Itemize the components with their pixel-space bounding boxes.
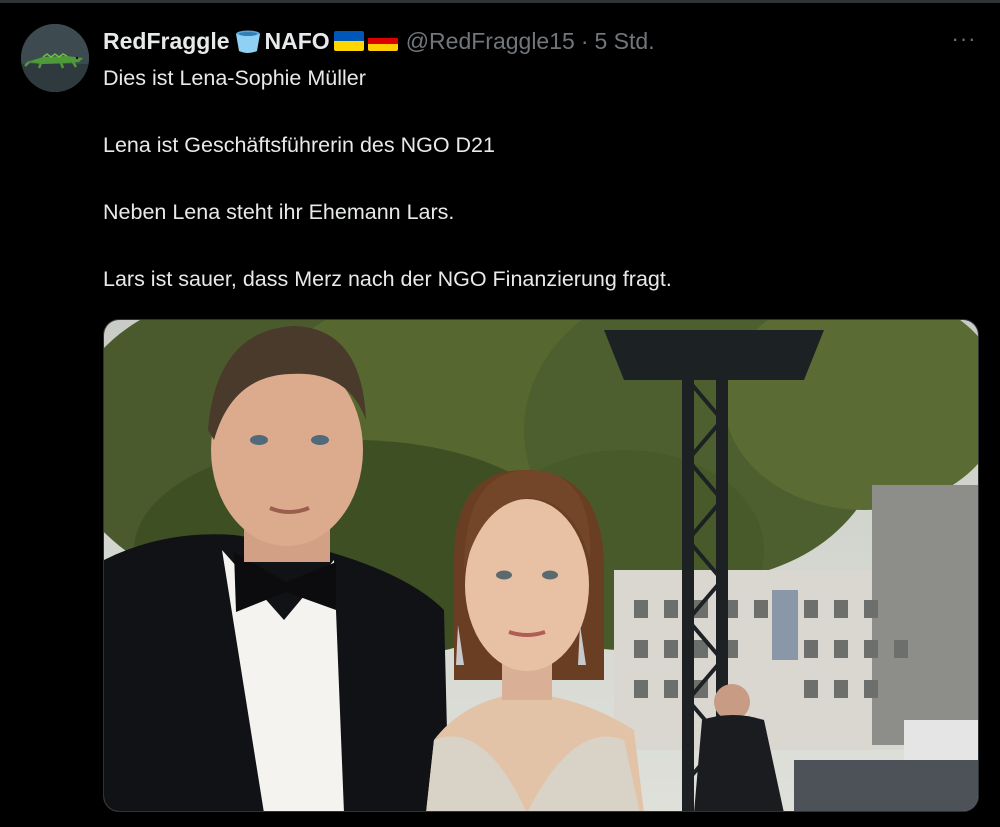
top-divider — [0, 0, 1000, 3]
flag-germany-icon — [367, 31, 398, 51]
crocodile-icon — [21, 24, 89, 92]
flag-ukraine-icon — [333, 31, 364, 51]
tweet-line: Lars ist sauer, dass Merz nach der NGO F… — [103, 267, 672, 291]
tweet-header: RedFraggle NAFO @RedFraggle15 · 5 Std. — [103, 24, 655, 58]
tweet-line: Lena ist Geschäftsführerin des NGO D21 — [103, 133, 495, 157]
timestamp[interactable]: 5 Std. — [594, 28, 654, 55]
tweet-line: Neben Lena steht ihr Ehemann Lars. — [103, 200, 455, 224]
user-handle[interactable]: @RedFraggle15 — [406, 28, 575, 55]
tweet-photo[interactable] — [103, 319, 979, 812]
meta-separator: · — [580, 27, 589, 54]
tweet-line: Dies ist Lena-Sophie Müller — [103, 66, 366, 90]
tweet-text: Dies ist Lena-Sophie Müller Lena ist Ges… — [103, 64, 963, 293]
bucket-icon — [234, 28, 262, 54]
photo-image — [104, 320, 978, 811]
avatar[interactable] — [21, 24, 89, 92]
name-suffix[interactable]: NAFO — [265, 28, 330, 55]
display-name[interactable]: RedFraggle — [103, 28, 230, 55]
more-options-button[interactable]: ··· — [946, 26, 982, 56]
